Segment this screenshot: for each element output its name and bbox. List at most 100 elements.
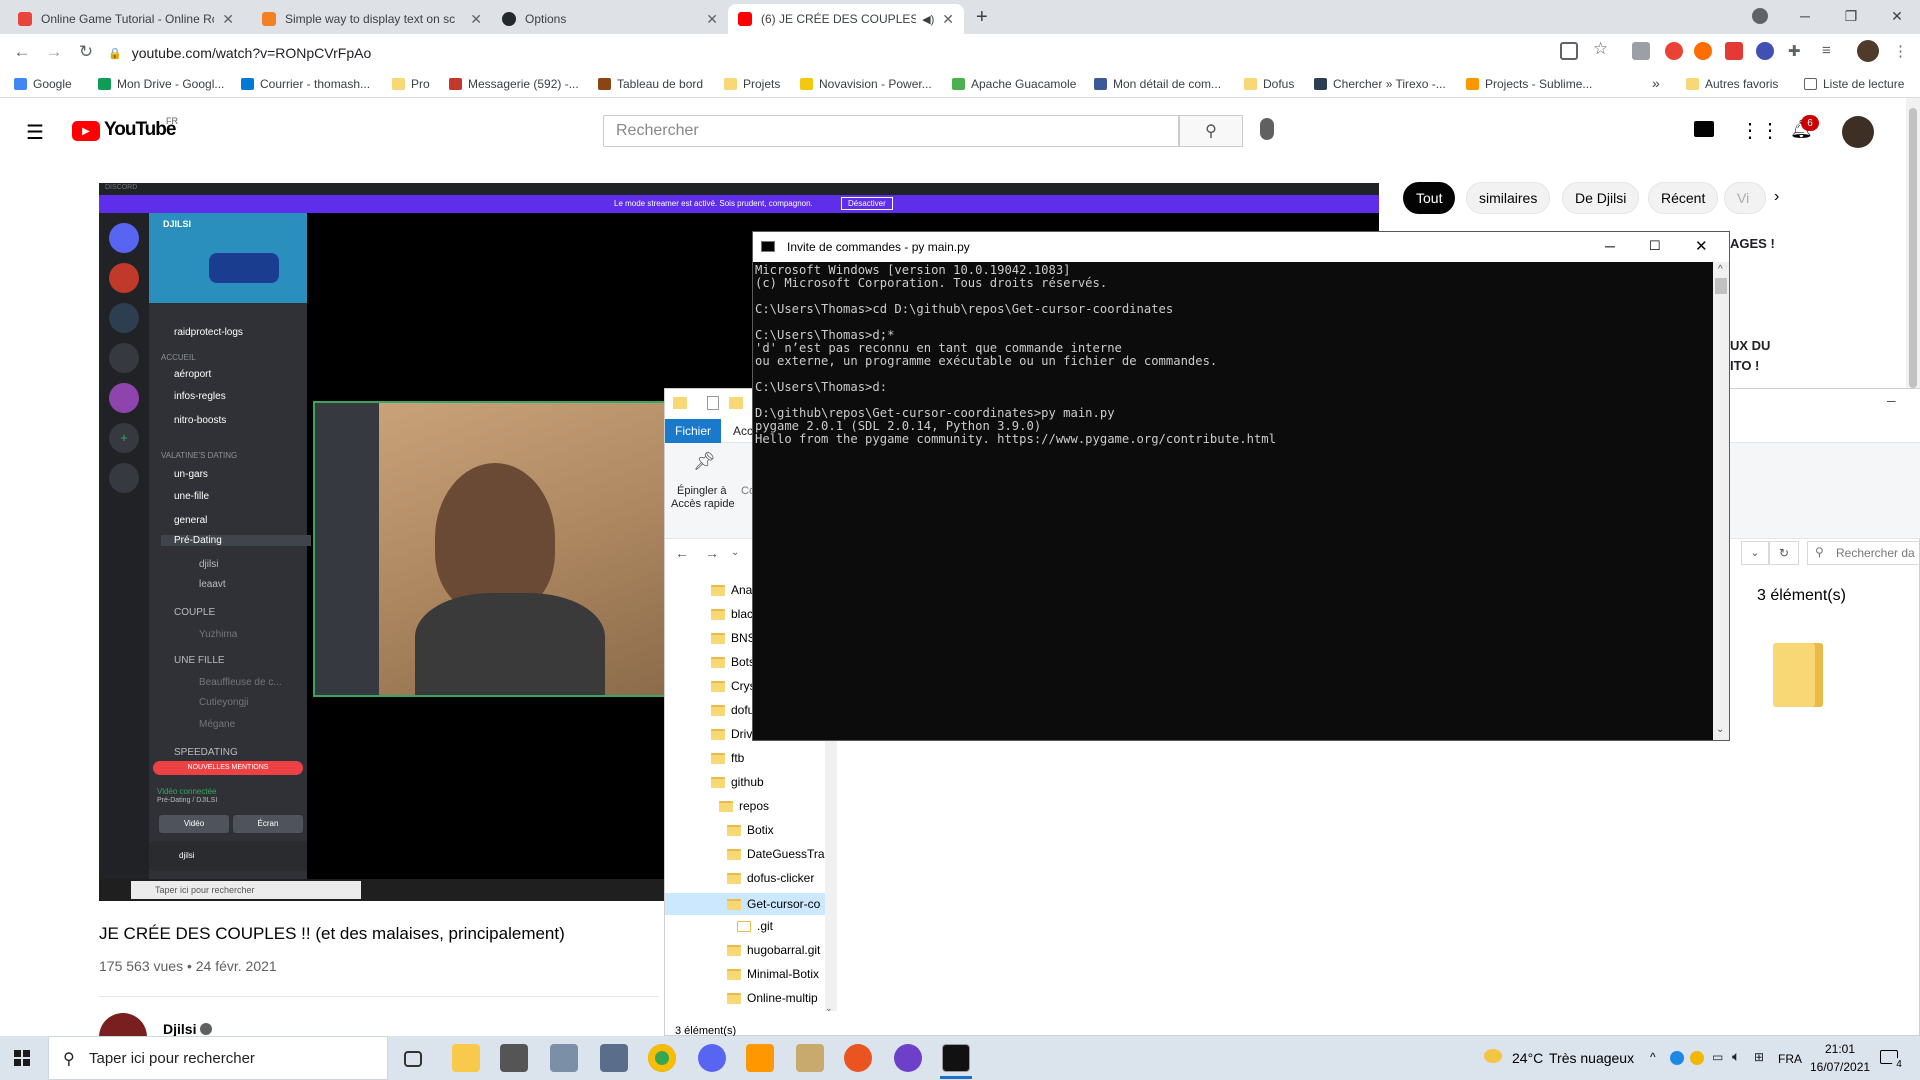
weather-text[interactable]: Très nuageux: [1549, 1050, 1634, 1066]
close-button[interactable]: ✕: [1695, 237, 1708, 255]
mute-icon[interactable]: ◀): [922, 13, 934, 26]
explorer-search-input[interactable]: Rechercher da: [1807, 541, 1920, 565]
browser-tab[interactable]: Simple way to display text on sc ✕: [252, 4, 492, 34]
browser-tab[interactable]: Options ✕: [492, 4, 728, 34]
folder-icon[interactable]: [1773, 643, 1823, 707]
tree-folder[interactable]: Crys: [711, 679, 756, 693]
tree-folder[interactable]: Minimal-Botix: [727, 967, 819, 981]
tree-folder[interactable]: DateGuessTrai: [727, 847, 825, 861]
league-icon[interactable]: [796, 1044, 824, 1072]
chevron-down-icon[interactable]: ⌄: [1741, 541, 1769, 565]
cmd-scrollbar[interactable]: ^ ⌄: [1713, 262, 1729, 740]
tray-icon[interactable]: [1690, 1051, 1704, 1065]
new-tab-button[interactable]: +: [976, 6, 988, 29]
create-video-icon[interactable]: [1694, 121, 1714, 137]
close-icon[interactable]: ✕: [706, 11, 718, 28]
tree-folder[interactable]: Ana: [711, 583, 752, 597]
suggested-title-fragment[interactable]: UX DU: [1730, 338, 1770, 353]
clock-time[interactable]: 21:01: [1820, 1042, 1860, 1056]
reading-list-icon[interactable]: ≡: [1822, 42, 1840, 60]
extension-icon[interactable]: [1665, 42, 1683, 60]
bookmark[interactable]: Mon Drive - Googl...: [98, 75, 224, 93]
search-button[interactable]: ⚲: [1179, 115, 1243, 147]
minimize-button[interactable]: ─: [1887, 394, 1896, 408]
avatar[interactable]: [1842, 116, 1874, 148]
chevron-down-icon[interactable]: ⌄: [825, 1003, 833, 1014]
bookmark[interactable]: Messagerie (592) -...: [449, 75, 579, 93]
minimize-button[interactable]: ─: [1605, 238, 1615, 254]
chevron-up-icon[interactable]: ^: [1718, 264, 1723, 275]
tray-icon[interactable]: [1670, 1051, 1684, 1065]
terminal-icon[interactable]: [942, 1044, 970, 1072]
tab-search-icon[interactable]: [1752, 8, 1768, 24]
reload-icon[interactable]: ↻: [74, 40, 98, 64]
extension-icon[interactable]: [1725, 42, 1743, 60]
avatar[interactable]: [1857, 40, 1879, 62]
minimize-button[interactable]: ─: [1782, 0, 1828, 32]
chip-similar[interactable]: similaires: [1466, 182, 1551, 214]
windows-start-icon[interactable]: [14, 1050, 30, 1066]
address-bar[interactable]: 🔒 youtube.com/watch?v=RONpCVrFpAo: [108, 40, 1668, 66]
network-icon[interactable]: ▭: [1712, 1050, 1723, 1064]
tree-folder[interactable]: Botix: [727, 823, 774, 837]
github-desktop-icon[interactable]: [894, 1044, 922, 1072]
tree-folder[interactable]: dofus-clicker: [727, 871, 814, 885]
tree-folder[interactable]: hugobarral.git: [727, 943, 820, 957]
task-view-icon[interactable]: [404, 1051, 422, 1067]
maximize-button[interactable]: ☐: [1649, 238, 1661, 254]
chip-all[interactable]: Tout: [1403, 182, 1456, 214]
weather-temp[interactable]: 24°C: [1512, 1050, 1543, 1066]
bookmark-folder[interactable]: Dofus: [1244, 75, 1294, 93]
chip-from-channel[interactable]: De Djilsi: [1562, 182, 1640, 214]
tray-icon[interactable]: ⊞: [1754, 1050, 1764, 1064]
bookmark-folder[interactable]: Projets: [724, 75, 780, 93]
store-icon[interactable]: [500, 1044, 528, 1072]
browser-tab[interactable]: Online Game Tutorial - Online Rc ✕: [8, 4, 244, 34]
tree-folder-selected[interactable]: Get-cursor-co: [665, 893, 825, 915]
weather-icon[interactable]: [1484, 1049, 1502, 1063]
close-icon[interactable]: ✕: [942, 11, 954, 28]
extension-icon[interactable]: [1694, 42, 1712, 60]
forward-icon[interactable]: →: [42, 40, 66, 64]
tree-folder[interactable]: repos: [719, 799, 769, 813]
microphone-icon[interactable]: [1260, 118, 1274, 140]
tree-folder[interactable]: Bots: [711, 655, 755, 669]
close-icon[interactable]: ✕: [470, 11, 482, 28]
menu-icon[interactable]: ☰: [26, 120, 44, 145]
bookmark[interactable]: Google: [14, 75, 72, 93]
tree-folder[interactable]: ftb: [711, 751, 744, 765]
ubuntu-icon[interactable]: [844, 1044, 872, 1072]
page-scrollbar[interactable]: [1906, 98, 1920, 388]
tree-folder[interactable]: Driv: [711, 727, 752, 741]
bookmark[interactable]: Mon détail de com...: [1094, 75, 1221, 93]
tree-folder[interactable]: blac: [711, 607, 753, 621]
volume-icon[interactable]: 🔈︎: [1732, 1048, 1740, 1065]
suggested-title-fragment[interactable]: ITO !: [1730, 358, 1759, 373]
tree-folder[interactable]: BNS: [711, 631, 756, 645]
chevron-down-icon[interactable]: ⌄: [1716, 724, 1724, 735]
other-favorites[interactable]: Autres favoris: [1686, 75, 1778, 93]
cmd-output[interactable]: Microsoft Windows [version 10.0.19042.10…: [755, 262, 1713, 740]
pin-label[interactable]: Accès rapide: [671, 498, 735, 510]
bookmark[interactable]: Projects - Sublime...: [1466, 75, 1592, 93]
tree-folder[interactable]: dofu: [711, 703, 754, 717]
app-icon[interactable]: [550, 1044, 578, 1072]
scroll-thumb[interactable]: [1715, 278, 1727, 294]
back-icon[interactable]: ←: [675, 545, 689, 561]
search-input[interactable]: Rechercher: [603, 115, 1179, 147]
puzzle-icon[interactable]: ✚: [1788, 42, 1806, 60]
pin-label[interactable]: Épingler à: [677, 485, 727, 497]
close-window-button[interactable]: ✕: [1874, 0, 1920, 32]
chip-recent[interactable]: Récent: [1648, 182, 1719, 214]
chevron-right-icon[interactable]: ›: [1774, 188, 1779, 206]
youtube-logo-text[interactable]: YouTube: [104, 119, 176, 141]
close-icon[interactable]: ✕: [222, 11, 234, 28]
more-bookmarks-button[interactable]: »: [1652, 74, 1660, 92]
browser-tab-active[interactable]: (6) JE CRÉE DES COUPLES !! ( ◀) ✕: [728, 4, 964, 34]
bookmark[interactable]: Chercher » Tirexo -...: [1314, 75, 1446, 93]
bookmark[interactable]: Courrier - thomash...: [241, 75, 370, 93]
app-icon[interactable]: [600, 1044, 628, 1072]
bookmark[interactable]: Tableau de bord: [598, 75, 703, 93]
more-icon[interactable]: ⋮: [1893, 42, 1911, 60]
chrome-icon[interactable]: [648, 1044, 676, 1072]
